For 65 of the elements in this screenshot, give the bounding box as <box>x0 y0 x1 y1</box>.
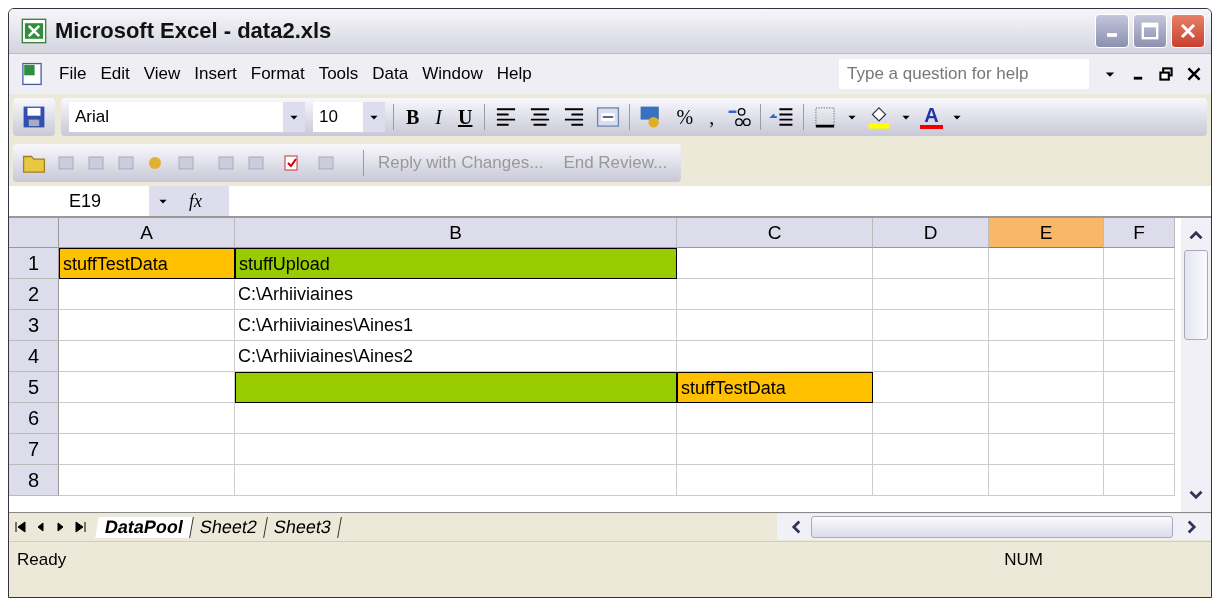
row-header[interactable]: 3 <box>9 310 59 341</box>
table-cell <box>1104 465 1175 496</box>
table-cell <box>1104 403 1175 434</box>
excel-icon <box>21 18 47 44</box>
minimize-button[interactable] <box>1095 14 1129 48</box>
table-cell: stuffUpload <box>235 248 677 279</box>
column-header[interactable]: B <box>235 218 677 248</box>
column-header[interactable]: F <box>1104 218 1175 248</box>
table-cell <box>1104 279 1175 310</box>
column-header[interactable]: C <box>677 218 873 248</box>
help-search-field[interactable]: Type a question for help <box>839 59 1089 89</box>
function-label[interactable]: fx <box>189 186 229 216</box>
table-cell <box>1104 310 1175 341</box>
table-cell: stuffTestData <box>59 248 235 279</box>
num-lock-indicator: NUM <box>1004 550 1043 570</box>
menu-item[interactable]: Window <box>422 64 483 84</box>
minimize-icon <box>1107 33 1117 37</box>
sheet-tab[interactable]: Sheet3 <box>264 516 342 538</box>
scrollbar-thumb[interactable] <box>811 516 1173 538</box>
font-color-button[interactable]: A <box>920 105 943 129</box>
menu-item[interactable]: Insert <box>194 64 237 84</box>
table-cell: stuffTestData <box>677 372 873 403</box>
font-name-field[interactable]: Arial <box>69 102 305 132</box>
window-title: Microsoft Excel - data2.xls <box>55 18 332 44</box>
close-icon[interactable] <box>1187 67 1201 81</box>
status-text: Ready <box>17 550 67 570</box>
row-header[interactable]: 5 <box>9 372 59 403</box>
table-cell: C:\Arhiiviaines\Aines1 <box>235 310 677 341</box>
save-icon[interactable] <box>21 104 47 130</box>
column-header[interactable]: A <box>59 218 235 248</box>
menu-item[interactable]: Data <box>372 64 409 84</box>
row-header[interactable]: 1 <box>9 248 59 279</box>
row-header[interactable]: 2 <box>9 279 59 310</box>
bold-button[interactable]: B <box>402 105 424 129</box>
menu-item[interactable]: File <box>59 64 87 84</box>
comma-button[interactable]: , <box>705 105 719 129</box>
table-cell <box>1104 248 1175 279</box>
row-header[interactable]: 8 <box>9 465 59 496</box>
sheet-tab[interactable]: Sheet2 <box>190 516 268 538</box>
table-cell: C:\Arhiiviaines\Aines2 <box>235 341 677 372</box>
underline-button[interactable]: U <box>454 105 477 129</box>
table-cell <box>1104 372 1175 403</box>
workbook-icon[interactable] <box>19 61 45 87</box>
menu-item[interactable]: Format <box>250 64 305 84</box>
maximize-button[interactable] <box>1133 14 1167 48</box>
italic-button[interactable]: I <box>431 105 446 129</box>
table-cell <box>1104 341 1175 372</box>
restore-icon[interactable] <box>1159 67 1173 81</box>
menu-item[interactable]: View <box>143 64 181 84</box>
column-header[interactable]: D <box>873 218 989 248</box>
menu-item[interactable]: Edit <box>100 64 130 84</box>
table-cell: C:\Arhiiviaines <box>235 279 677 310</box>
menu-item[interactable]: Tools <box>318 64 359 84</box>
table-cell <box>1104 434 1175 465</box>
merge-icon[interactable] <box>595 104 622 130</box>
sheet-tab[interactable]: DataPool <box>95 516 194 538</box>
font-size-field[interactable]: 10 <box>313 102 385 132</box>
column-header[interactable]: E <box>989 218 1104 248</box>
row-header[interactable]: 7 <box>9 434 59 465</box>
close-button[interactable] <box>1171 14 1205 48</box>
row-header[interactable]: 4 <box>9 341 59 372</box>
row-header[interactable]: 6 <box>9 403 59 434</box>
menu-item[interactable]: Help <box>496 64 532 84</box>
scrollbar-thumb[interactable] <box>1184 250 1208 340</box>
percent-button[interactable]: % <box>672 105 698 129</box>
